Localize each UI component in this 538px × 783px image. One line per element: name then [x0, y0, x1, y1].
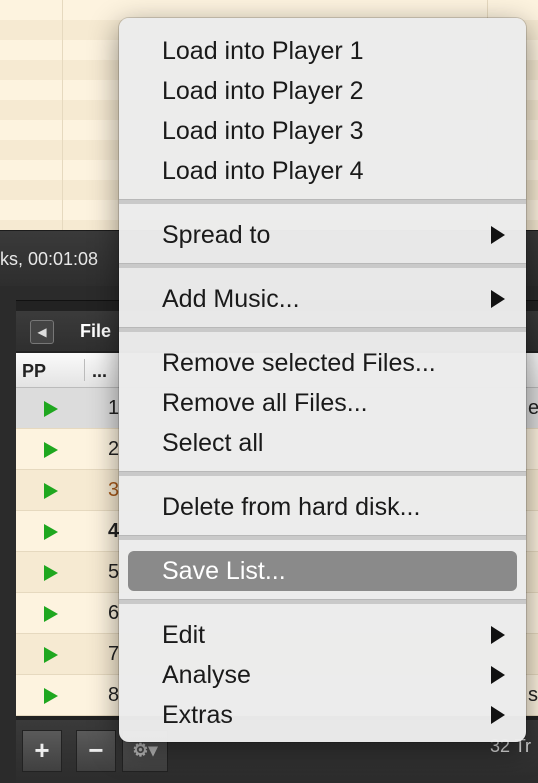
add-button[interactable]: +: [22, 730, 62, 772]
menu-item-load-player-1[interactable]: Load into Player 1: [128, 31, 517, 71]
menu-item-label: Add Music...: [162, 285, 300, 313]
menu-item-extras[interactable]: Extras: [128, 695, 517, 735]
panel-title: File: [80, 321, 112, 341]
menu-item-label: Edit: [162, 621, 206, 649]
menu-item-edit[interactable]: Edit: [128, 615, 517, 655]
play-icon[interactable]: [44, 483, 58, 499]
submenu-arrow-icon: [491, 290, 505, 308]
submenu-arrow-icon: [491, 626, 505, 644]
menu-item-label: Load into Player 2: [162, 77, 364, 105]
menu-item-add-music[interactable]: Add Music...: [128, 279, 517, 319]
row-title: s: [528, 684, 538, 706]
play-icon[interactable]: [44, 565, 58, 581]
menu-item-label: Extras: [162, 701, 233, 729]
collapse-panel-button[interactable]: ◀: [30, 320, 54, 344]
column-header-pp[interactable]: PP: [22, 361, 46, 382]
context-menu: Load into Player 1 Load into Player 2 Lo…: [119, 18, 526, 742]
remove-button[interactable]: −: [76, 730, 116, 772]
row-title: e: [528, 397, 538, 419]
column-divider: [62, 0, 63, 230]
menu-item-label: Select all: [162, 429, 264, 457]
row-number: 1: [108, 397, 120, 419]
menu-item-label: Load into Player 3: [162, 117, 364, 145]
menu-separator: [119, 327, 526, 332]
column-header-index[interactable]: ...: [92, 361, 107, 382]
menu-item-load-player-2[interactable]: Load into Player 2: [128, 71, 517, 111]
menu-item-label: Analyse: [162, 661, 251, 689]
menu-item-label: Delete from hard disk...: [162, 493, 421, 521]
row-number: 8: [108, 684, 120, 706]
row-number: 7: [108, 643, 120, 665]
menu-item-remove-selected[interactable]: Remove selected Files...: [128, 343, 517, 383]
arrow-left-icon: ◀: [37, 325, 47, 339]
menu-separator: [119, 599, 526, 604]
play-icon[interactable]: [44, 524, 58, 540]
menu-item-analyse[interactable]: Analyse: [128, 655, 517, 695]
row-number: 5: [108, 561, 120, 583]
menu-separator: [119, 263, 526, 268]
menu-item-save-list[interactable]: Save List...: [128, 551, 517, 591]
menu-item-spread-to[interactable]: Spread to: [128, 215, 517, 255]
submenu-arrow-icon: [491, 666, 505, 684]
menu-item-remove-all[interactable]: Remove all Files...: [128, 383, 517, 423]
play-icon[interactable]: [44, 647, 58, 663]
status-text: ks, 00:01:08: [0, 249, 99, 269]
column-separator: [84, 359, 85, 381]
submenu-arrow-icon: [491, 706, 505, 724]
row-number: 6: [108, 602, 120, 624]
menu-item-label: Load into Player 1: [162, 37, 364, 65]
play-icon[interactable]: [44, 688, 58, 704]
menu-item-label: Save List...: [162, 557, 286, 585]
menu-item-load-player-3[interactable]: Load into Player 3: [128, 111, 517, 151]
menu-separator: [119, 535, 526, 540]
menu-item-select-all[interactable]: Select all: [128, 423, 517, 463]
menu-item-load-player-4[interactable]: Load into Player 4: [128, 151, 517, 191]
menu-item-label: Spread to: [162, 221, 271, 249]
play-icon[interactable]: [44, 442, 58, 458]
menu-item-delete-from-disk[interactable]: Delete from hard disk...: [128, 487, 517, 527]
play-icon[interactable]: [44, 401, 58, 417]
submenu-arrow-icon: [491, 226, 505, 244]
menu-item-label: Remove all Files...: [162, 389, 368, 417]
play-icon[interactable]: [44, 606, 58, 622]
menu-separator: [119, 199, 526, 204]
row-number: 4: [108, 520, 120, 542]
menu-separator: [119, 471, 526, 476]
menu-item-label: Remove selected Files...: [162, 349, 436, 377]
row-number: 2: [108, 438, 120, 460]
menu-item-label: Load into Player 4: [162, 157, 364, 185]
row-number: 3: [108, 479, 120, 501]
